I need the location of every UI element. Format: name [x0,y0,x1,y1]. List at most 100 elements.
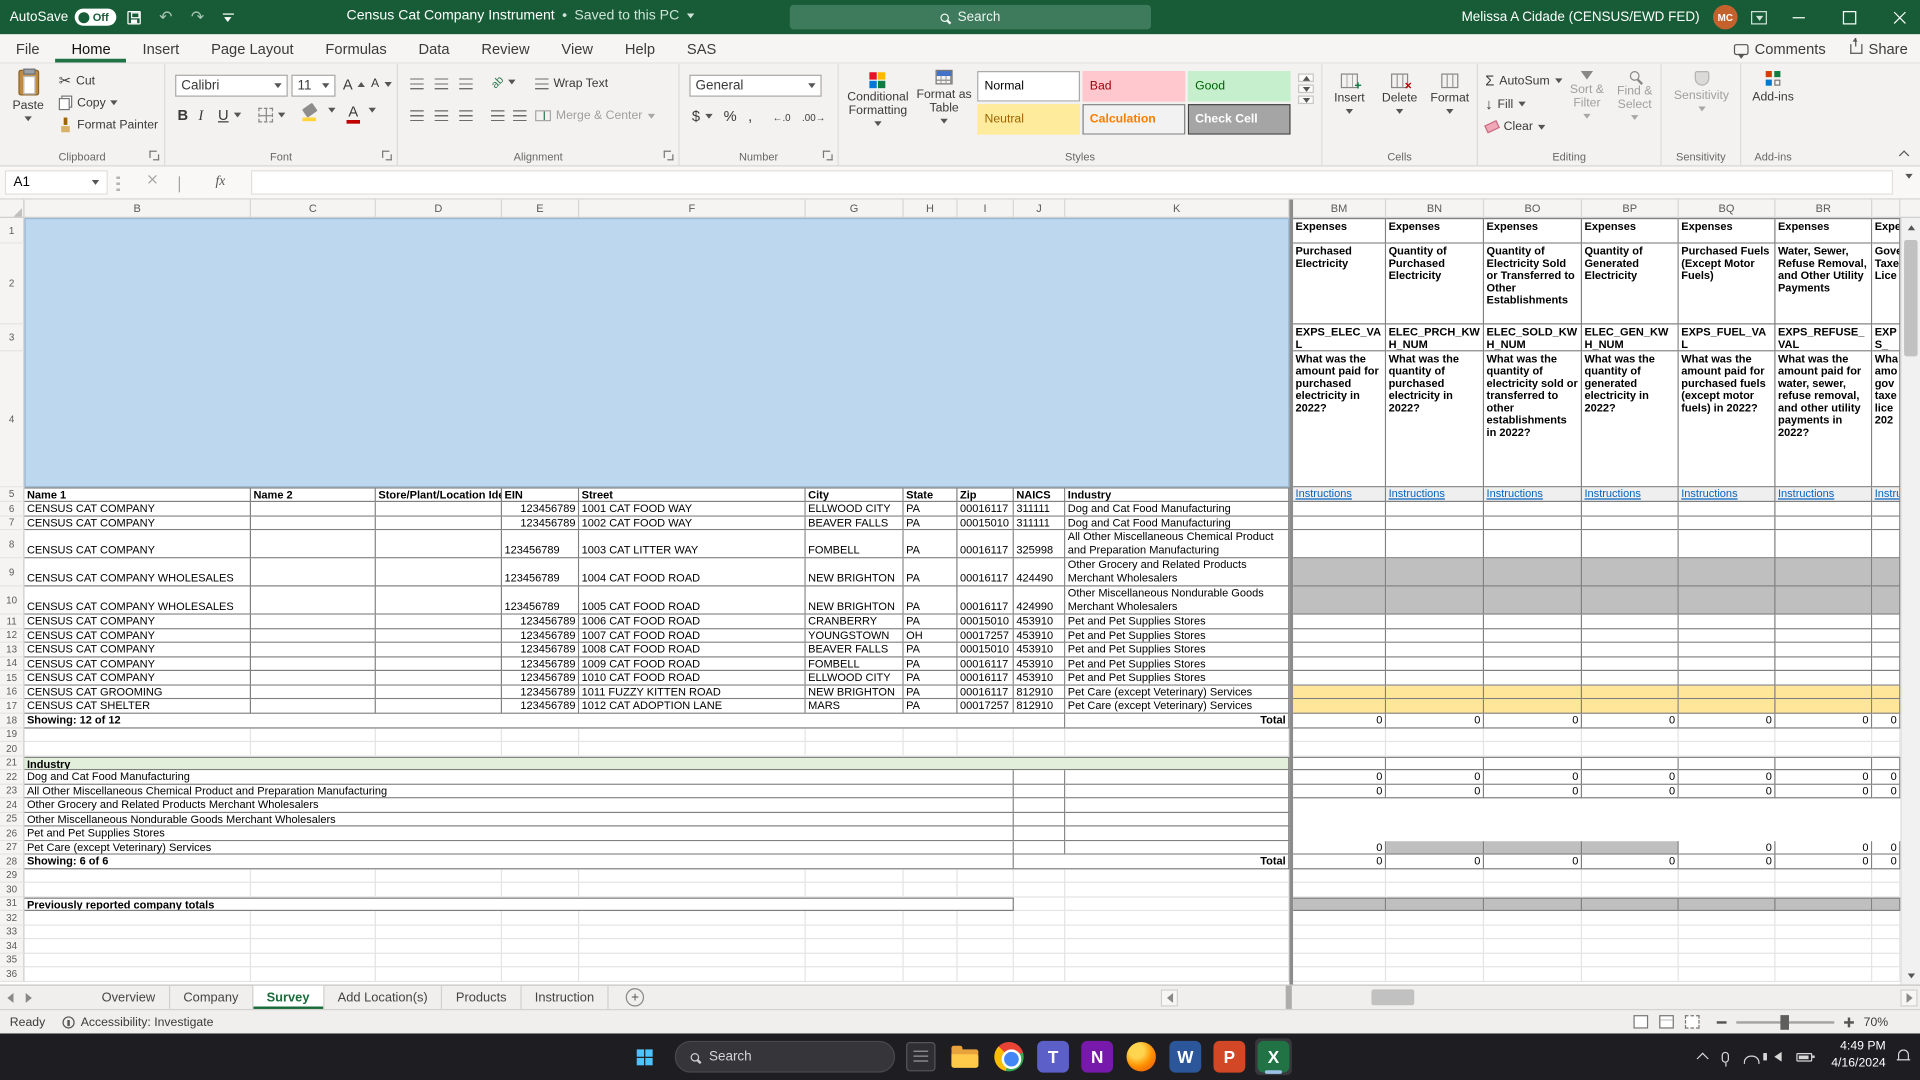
scroll-up-icon[interactable] [1902,218,1920,236]
grid-cell[interactable] [251,869,376,883]
fill-caret[interactable] [328,108,335,113]
grid-cell[interactable] [502,911,579,925]
grid-cell[interactable] [1293,558,1386,586]
grid-cell[interactable] [1484,671,1582,685]
grid-cell[interactable]: 00016117 [958,587,1014,615]
grid-cell[interactable] [1582,657,1679,671]
grid-cell[interactable] [1484,756,1582,770]
grid-cell[interactable] [1582,615,1679,629]
grid-cell[interactable] [251,883,376,897]
grid-cell[interactable] [1484,502,1582,516]
grid-cell[interactable] [1872,883,1900,897]
grid-cell[interactable]: 453910 [1014,629,1065,643]
grid-cell[interactable]: 00015010 [958,643,1014,657]
grid-cell[interactable] [376,558,502,586]
grid-cell[interactable]: 123456789 [502,685,579,699]
grid-cell[interactable] [1386,897,1484,911]
grid-cell[interactable] [1386,671,1484,685]
grid-cell[interactable] [1679,587,1776,615]
grid-cell[interactable] [1484,685,1582,699]
hscroll-right-icon[interactable] [1900,989,1917,1006]
row-header-8[interactable]: 8 [0,530,24,558]
row-header-3[interactable]: 3 [0,324,24,351]
column-header-BQ[interactable]: BQ [1679,200,1776,217]
grid-cell[interactable]: 1010 CAT FOOD ROAD [579,671,806,685]
grid-cell[interactable] [1386,869,1484,883]
grid-cell[interactable] [806,967,904,981]
grid-cell[interactable] [376,516,502,530]
grid-cell[interactable] [1386,756,1484,770]
grid-cell[interactable] [1386,657,1484,671]
grid-cell[interactable] [1386,502,1484,516]
currency-button[interactable]: $ [692,109,712,124]
grid-cell[interactable] [1679,629,1776,643]
fill-color-button[interactable] [302,105,315,121]
grid-cell[interactable] [806,742,904,756]
grid-cell[interactable]: 1005 CAT FOOD ROAD [579,587,806,615]
industry-row[interactable]: Pet and Pet Supplies Stores [24,827,1013,841]
tab-page-layout[interactable]: Page Layout [195,34,309,62]
sheet-tab-products[interactable]: Products [442,986,521,1009]
grid-cell[interactable] [1582,967,1679,981]
grid-cell[interactable] [1293,883,1386,897]
grid-cell[interactable] [251,502,376,516]
column-header-E[interactable]: E [502,200,579,217]
cell-style-neutral[interactable]: Neutral [977,104,1080,135]
grid-cell[interactable]: 1004 CAT FOOD ROAD [579,558,806,586]
tab-file[interactable]: File [0,34,56,62]
instructions-link-BO[interactable]: Instructions [1484,487,1582,502]
row-header-1[interactable]: 1 [0,218,24,244]
teams-icon[interactable]: T [1035,1038,1072,1075]
industry-row[interactable]: Pet Care (except Veterinary) Services [24,841,1013,855]
grid-cell[interactable]: 311111 [1014,516,1065,530]
grid-cell[interactable]: 00017257 [958,699,1014,713]
row-header-29[interactable]: 29 [0,869,24,883]
grid-cell[interactable] [1293,869,1386,883]
grid-cell[interactable] [1776,925,1873,939]
powerpoint-icon[interactable]: P [1211,1038,1248,1075]
grid-cell[interactable] [1776,657,1873,671]
row-header-30[interactable]: 30 [0,883,24,897]
grid-cell[interactable] [1582,897,1679,911]
grid-cell[interactable] [1776,967,1873,981]
grid-cell[interactable] [1293,699,1386,713]
grid-cell[interactable] [1065,841,1289,855]
customize-qat-icon[interactable] [223,13,234,22]
align-left-button[interactable] [410,110,423,121]
sheet-tab-survey[interactable]: Survey [253,986,324,1009]
sheet-tab-add-location-s[interactable]: Add Location(s) [324,986,442,1009]
row-header-6[interactable]: 6 [0,502,24,516]
value-cell[interactable]: 0 [1872,770,1900,784]
grid-cell[interactable]: 1011 FUZZY KITTEN ROAD [579,685,806,699]
grid-cell[interactable]: 123456789 [502,587,579,615]
borders-button[interactable] [258,108,285,123]
grid-cell[interactable] [1872,657,1900,671]
column-header-J[interactable]: J [1014,200,1065,217]
grid-cell[interactable] [1293,643,1386,657]
zoom-level[interactable]: 70% [1864,1016,1889,1029]
grid-cell[interactable] [1484,953,1582,967]
tab-help[interactable]: Help [609,34,671,62]
grid-cell[interactable]: 00016117 [958,558,1014,586]
grid-cell[interactable] [806,925,904,939]
grid-cell[interactable] [251,967,376,981]
grid-cell[interactable]: CENSUS CAT COMPANY WHOLESALES [24,587,251,615]
tab-data[interactable]: Data [403,34,466,62]
comments-button[interactable]: Comments [1734,40,1826,57]
grid-cell[interactable]: 123456789 [502,615,579,629]
grid-cell[interactable] [376,587,502,615]
grid-cell[interactable]: Other Miscellaneous Nondurable Goods Mer… [1065,587,1289,615]
grid-cell[interactable] [1582,756,1679,770]
grid-cell[interactable] [958,883,1014,897]
grid-cell[interactable] [24,883,251,897]
value-cell[interactable]: 0 [1293,841,1386,855]
grid-cell[interactable] [1293,742,1386,756]
grid-cell[interactable] [1679,615,1776,629]
grid-cell[interactable] [251,643,376,657]
value-cell[interactable] [1582,841,1679,855]
volume-icon[interactable] [1774,1052,1781,1062]
grid-cell[interactable]: MARS [806,699,904,713]
grid-cell[interactable] [1386,883,1484,897]
grid-cell[interactable] [904,728,958,742]
row-header-12[interactable]: 12 [0,629,24,643]
